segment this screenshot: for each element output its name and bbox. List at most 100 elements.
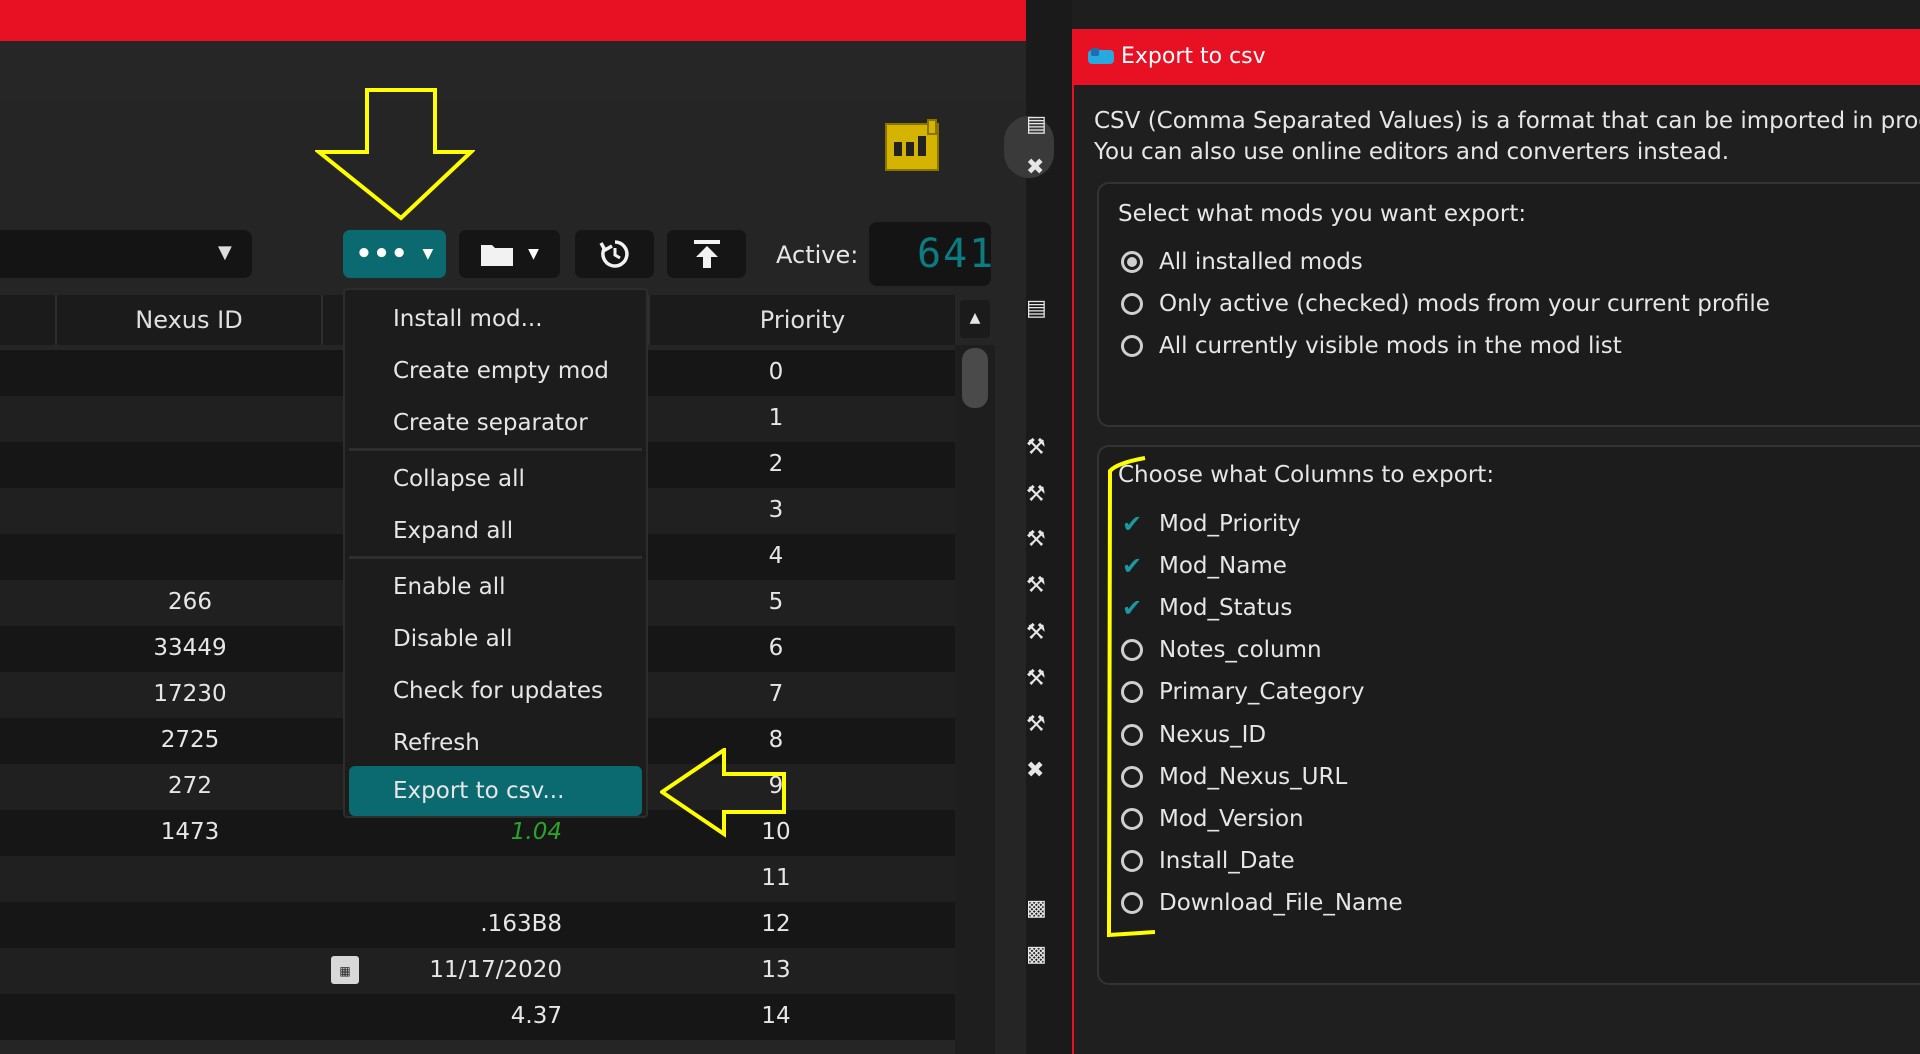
cell-nexus-id: 266: [168, 589, 212, 615]
column-option-label: Mod_Version: [1159, 806, 1304, 832]
cell-priority: 6: [768, 635, 784, 661]
restore-backup-button[interactable]: [575, 230, 654, 278]
table-row[interactable]: 11: [0, 856, 955, 902]
menu-item-collapse-all[interactable]: Collapse all: [345, 454, 646, 504]
column-header-priority[interactable]: Priority: [650, 295, 955, 345]
cell-priority: 1: [768, 405, 784, 431]
columns-group-label: Choose what Columns to export:: [1118, 462, 1495, 488]
plugin-icon: ⚒: [1026, 527, 1046, 552]
column-option-label: Notes_column: [1159, 637, 1322, 663]
cell-priority: 2: [768, 451, 784, 477]
mods-group-label: Select what mods you want export:: [1118, 201, 1527, 227]
checker-icon: ▩: [1026, 942, 1047, 967]
column-header-nexus-id[interactable]: Nexus ID: [57, 295, 323, 345]
menu-item-create-separator[interactable]: Create separator: [345, 398, 646, 448]
column-option-label: Install_Date: [1159, 848, 1295, 874]
radio-active-mods[interactable]: Only active (checked) mods from your cur…: [1121, 289, 1770, 319]
table-row[interactable]: 4.37 14: [0, 994, 955, 1040]
dialog-intro-text: CSV (Comma Separated Values) is a format…: [1094, 108, 1920, 134]
mod-organizer-window: ▼ ••• ▼ ▼ Active: 641 Nexus ID Priority …: [0, 0, 1026, 1054]
menu-item-refresh[interactable]: Refresh: [345, 718, 646, 768]
annotation-bracket-icon: [1106, 456, 1155, 938]
column-option-primary-category[interactable]: Primary_Category: [1121, 677, 1364, 707]
more-actions-menu: Install mod... Create empty mod Create s…: [343, 288, 648, 818]
cell-priority: 0: [768, 359, 784, 385]
cell-nexus-id: 17230: [153, 681, 227, 707]
chevron-up-icon: ▲: [969, 310, 981, 326]
radio-all-installed-mods[interactable]: All installed mods: [1121, 247, 1363, 277]
game-launcher-icon[interactable]: [884, 118, 944, 174]
plugin-icon: ⚒: [1026, 482, 1046, 507]
document-icon: ▤: [1026, 112, 1047, 137]
radio-label: All currently visible mods in the mod li…: [1159, 333, 1622, 359]
chevron-down-icon: ▼: [422, 246, 434, 262]
radio-unselected-icon: [1121, 293, 1143, 315]
plugin-icon: ⚒: [1026, 666, 1046, 691]
cell-priority: 11: [761, 865, 791, 891]
menu-item-disable-all[interactable]: Disable all: [345, 614, 646, 664]
column-header-status[interactable]: [0, 295, 57, 345]
checker-icon: ▩: [1026, 896, 1047, 921]
cell-nexus-id: 1473: [160, 819, 220, 845]
open-folder-button[interactable]: ▼: [459, 230, 560, 278]
window-titlebar: [0, 0, 1026, 41]
radio-label: All installed mods: [1159, 249, 1363, 275]
cell-version: 4.37: [510, 1003, 562, 1029]
active-count-display: 641: [869, 222, 993, 286]
plugin-icon: ⚒: [1026, 712, 1046, 737]
cell-priority: 7: [768, 681, 784, 707]
radio-label: Only active (checked) mods from your cur…: [1159, 291, 1770, 317]
table-row[interactable]: .163B8 12: [0, 902, 955, 948]
radio-visible-mods[interactable]: All currently visible mods in the mod li…: [1121, 331, 1622, 361]
column-option-label: Mod_Name: [1159, 553, 1287, 579]
menu-item-expand-all[interactable]: Expand all: [345, 506, 646, 556]
more-actions-button[interactable]: ••• ▼: [343, 230, 446, 278]
document-icon: ▤: [1026, 296, 1047, 321]
column-option-label: Primary_Category: [1159, 679, 1365, 705]
menu-separator: [349, 448, 642, 451]
menu-item-enable-all[interactable]: Enable all: [345, 562, 646, 612]
annotation-arrow-down-icon: [315, 88, 475, 221]
restore-icon: [598, 240, 629, 268]
menu-item-check-for-updates[interactable]: Check for updates: [345, 666, 646, 716]
menu-item-install-mod[interactable]: Install mod...: [345, 294, 646, 344]
more-dots-icon: •••: [355, 239, 409, 269]
upload-button[interactable]: [667, 230, 746, 278]
cell-priority: 12: [761, 911, 791, 937]
chevron-down-icon: ▼: [528, 246, 539, 262]
cell-version: 11/17/2020: [429, 957, 562, 983]
tools-icon: ✖: [1026, 155, 1045, 180]
profile-combobox[interactable]: ▼: [0, 230, 252, 278]
cell-priority: 13: [761, 957, 791, 983]
chevron-down-icon: ▼: [218, 242, 232, 263]
upload-icon: [693, 240, 720, 268]
column-option-label: Mod_Nexus_URL: [1159, 764, 1348, 790]
folder-icon: [481, 245, 514, 266]
column-option-label: Mod_Priority: [1159, 511, 1301, 537]
vertical-scrollbar[interactable]: [955, 345, 995, 1054]
table-row[interactable]: ▦ 11/17/2020 13: [0, 948, 955, 994]
cell-nexus-id: 2725: [160, 727, 220, 753]
dialog-intro-text: You can also use online editors and conv…: [1094, 139, 1730, 165]
column-option-label: Mod_Status: [1159, 595, 1293, 621]
column-option-label: Nexus_ID: [1159, 722, 1267, 748]
plugin-icon: ⚒: [1026, 573, 1046, 598]
dialog-title: Export to csv: [1121, 44, 1266, 69]
radio-selected-icon: [1121, 251, 1143, 273]
scrollbar-thumb[interactable]: [962, 348, 988, 408]
cell-priority: 3: [768, 497, 784, 523]
plugin-icon: ⚒: [1026, 435, 1046, 460]
plugin-icon: ⚒: [1026, 620, 1046, 645]
radio-unselected-icon: [1121, 335, 1143, 357]
tools-icon: ✖: [1026, 758, 1045, 783]
app-icon: [1088, 48, 1114, 64]
cell-version: 1.04: [510, 819, 562, 845]
column-option-label: Download_File_Name: [1159, 890, 1403, 916]
annotation-arrow-left-icon: [660, 748, 786, 838]
column-option-download-file-name[interactable]: Download_File_Name: [1121, 888, 1403, 918]
menu-item-export-to-csv[interactable]: Export to csv...: [349, 766, 642, 816]
cell-priority: 14: [761, 1003, 791, 1029]
scroll-up-button[interactable]: ▲: [960, 300, 990, 338]
menu-separator: [349, 556, 642, 559]
menu-item-create-empty-mod[interactable]: Create empty mod: [345, 346, 646, 396]
